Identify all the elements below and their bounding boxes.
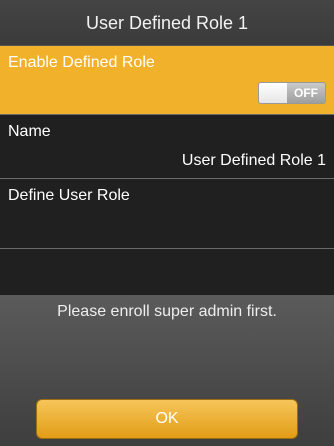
- dialog-message: Please enroll super admin first.: [57, 303, 277, 320]
- ok-button[interactable]: OK: [36, 399, 298, 439]
- page-title: User Defined Role 1: [0, 0, 334, 46]
- enable-defined-role-toggle[interactable]: OFF: [258, 82, 326, 104]
- toggle-knob: [259, 83, 289, 103]
- name-value: User Defined Role 1: [181, 152, 326, 169]
- name-item[interactable]: Name User Defined Role 1: [0, 115, 334, 179]
- enable-defined-role-item[interactable]: Enable Defined Role OFF: [0, 46, 334, 115]
- name-label: Name: [8, 123, 51, 140]
- define-user-role-item[interactable]: Define User Role: [0, 179, 334, 249]
- toggle-off-label: OFF: [287, 83, 325, 103]
- define-user-role-label: Define User Role: [8, 187, 130, 204]
- enable-defined-role-label: Enable Defined Role: [8, 54, 155, 71]
- list-empty-area: [0, 249, 334, 295]
- alert-dialog: Please enroll super admin first. OK: [0, 295, 334, 446]
